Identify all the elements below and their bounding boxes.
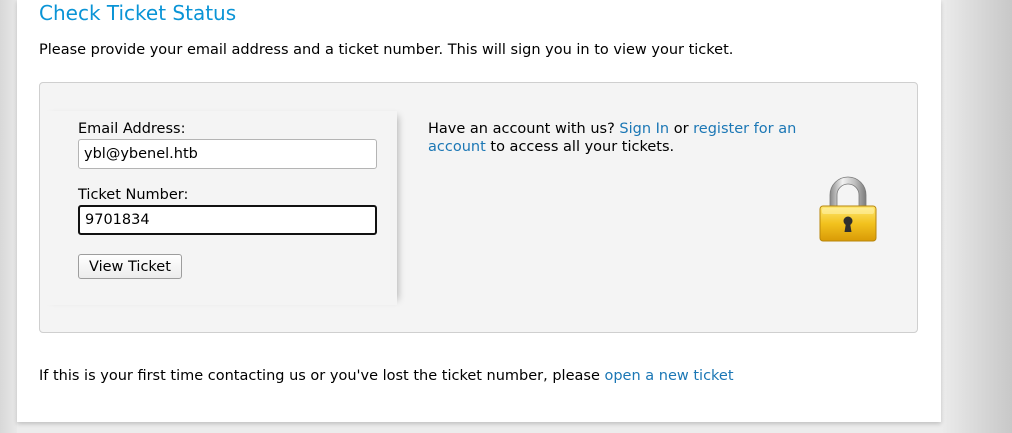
- email-input[interactable]: [78, 139, 377, 169]
- ticket-form: Email Address: Ticket Number: View Ticke…: [40, 111, 397, 305]
- account-suffix: to access all your tickets.: [490, 139, 675, 155]
- account-info: Have an account with us? Sign In or regi…: [428, 120, 800, 156]
- ticket-number-input[interactable]: [78, 205, 377, 235]
- open-new-ticket-link[interactable]: open a new ticket: [604, 368, 733, 384]
- footer-text: If this is your first time contacting us…: [39, 367, 734, 385]
- check-status-panel: Email Address: Ticket Number: View Ticke…: [39, 82, 918, 333]
- ticket-number-label: Ticket Number:: [78, 187, 189, 203]
- intro-text: Please provide your email address and a …: [39, 42, 734, 58]
- view-ticket-button[interactable]: View Ticket: [78, 254, 182, 279]
- email-label: Email Address:: [78, 121, 186, 137]
- sign-in-link[interactable]: Sign In: [619, 121, 669, 137]
- account-prefix: Have an account with us?: [428, 121, 615, 137]
- padlock-icon: [819, 176, 877, 242]
- left-shadow: [0, 0, 17, 433]
- footer-prefix: If this is your first time contacting us…: [39, 368, 600, 384]
- account-or: or: [673, 121, 689, 137]
- page-content: Check Ticket Status Please provide your …: [17, 0, 941, 422]
- page-title: Check Ticket Status: [39, 1, 237, 25]
